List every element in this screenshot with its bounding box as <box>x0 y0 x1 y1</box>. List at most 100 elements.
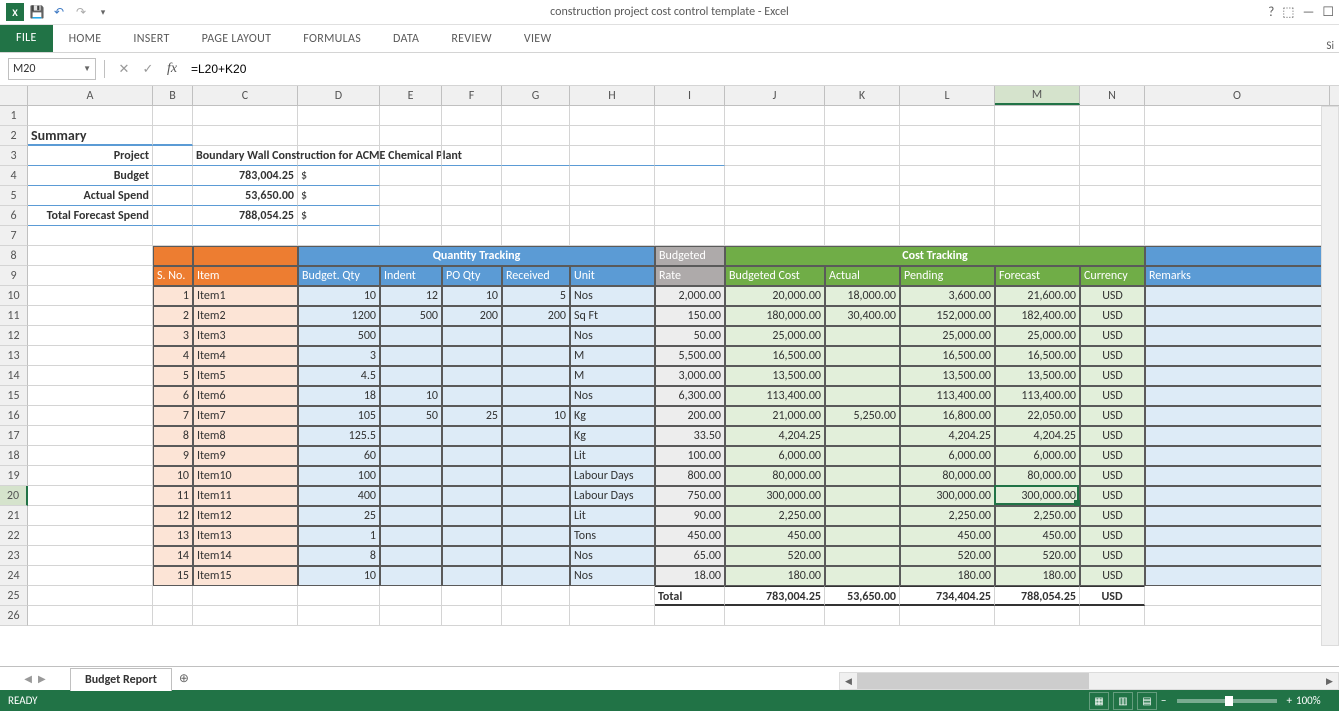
row-header[interactable]: 14 <box>0 366 28 386</box>
cell-forecast[interactable]: 520.00 <box>995 546 1080 566</box>
cell-forecast[interactable]: 4,204.25 <box>995 426 1080 446</box>
cell-indent[interactable] <box>380 526 442 546</box>
cell[interactable] <box>655 106 725 126</box>
cell-actual[interactable] <box>825 446 900 466</box>
cell-currency[interactable]: USD <box>1080 446 1145 466</box>
summary-actual-value[interactable]: 53,650.00 <box>193 186 298 206</box>
cell[interactable] <box>900 146 995 166</box>
col-header[interactable]: M <box>995 86 1080 105</box>
cell[interactable] <box>442 186 502 206</box>
cell[interactable] <box>1145 166 1330 186</box>
cell[interactable] <box>570 146 655 166</box>
cell-rate[interactable]: 33.50 <box>655 426 725 446</box>
header-item[interactable]: Item <box>193 266 298 286</box>
help-icon[interactable]: ? <box>1268 5 1274 20</box>
cell-received[interactable] <box>502 466 570 486</box>
cell-unit[interactable]: Nos <box>570 566 655 586</box>
zoom-slider[interactable] <box>1177 699 1277 703</box>
cell-sno[interactable]: 5 <box>153 366 193 386</box>
cell-received[interactable] <box>502 386 570 406</box>
cell-budget-qty[interactable]: 4.5 <box>298 366 380 386</box>
cell-remarks[interactable] <box>1145 526 1330 546</box>
cell[interactable] <box>28 306 153 326</box>
cell-budgeted-cost[interactable]: 2,250.00 <box>725 506 825 526</box>
cell-item[interactable]: Item5 <box>193 366 298 386</box>
row-header[interactable]: 17 <box>0 426 28 446</box>
worksheet-grid[interactable]: A B C D E F G H I J K L M N O 1234567891… <box>0 86 1339 666</box>
cell[interactable] <box>900 606 995 626</box>
cell[interactable] <box>153 126 193 146</box>
cell[interactable] <box>725 126 825 146</box>
cell-sno[interactable]: 2 <box>153 306 193 326</box>
cell-currency[interactable]: USD <box>1080 566 1145 586</box>
cell[interactable] <box>153 146 193 166</box>
cell[interactable] <box>825 106 900 126</box>
cell[interactable] <box>298 126 380 146</box>
cell-sno[interactable]: 3 <box>153 326 193 346</box>
row-header[interactable]: 7 <box>0 226 28 246</box>
sheet-tab-budget-report[interactable]: Budget Report <box>70 668 172 691</box>
cell[interactable] <box>1145 226 1330 246</box>
cell[interactable] <box>28 226 153 246</box>
cell-received[interactable] <box>502 426 570 446</box>
cell[interactable] <box>1080 206 1145 226</box>
cell-indent[interactable]: 12 <box>380 286 442 306</box>
cell[interactable] <box>725 106 825 126</box>
summary-budget-label[interactable]: Budget <box>28 166 153 186</box>
cell-indent[interactable]: 500 <box>380 306 442 326</box>
cell[interactable] <box>1080 186 1145 206</box>
cell[interactable] <box>442 586 502 606</box>
cell-item[interactable]: Item11 <box>193 486 298 506</box>
cell-rate[interactable]: 800.00 <box>655 466 725 486</box>
cell[interactable] <box>193 126 298 146</box>
cell-rate[interactable]: 150.00 <box>655 306 725 326</box>
tab-data[interactable]: DATA <box>377 26 435 52</box>
cell-sno[interactable]: 9 <box>153 446 193 466</box>
cell[interactable] <box>28 546 153 566</box>
cell-remarks[interactable] <box>1145 306 1330 326</box>
cell-currency[interactable]: USD <box>1080 406 1145 426</box>
cell-item[interactable]: Item7 <box>193 406 298 426</box>
cell-po-qty[interactable]: 10 <box>442 286 502 306</box>
cell-actual[interactable] <box>825 346 900 366</box>
cell-po-qty[interactable] <box>442 366 502 386</box>
cell-budgeted-cost[interactable]: 180,000.00 <box>725 306 825 326</box>
cell-item[interactable]: Item14 <box>193 546 298 566</box>
zoom-level[interactable]: 100% <box>1296 694 1331 707</box>
cell-indent[interactable]: 10 <box>380 386 442 406</box>
cell[interactable] <box>28 386 153 406</box>
row-header[interactable]: 4 <box>0 166 28 186</box>
cell[interactable] <box>298 106 380 126</box>
cell-item[interactable]: Item8 <box>193 426 298 446</box>
header-sno[interactable]: S. No. <box>153 266 193 286</box>
cell[interactable] <box>380 126 442 146</box>
cell[interactable] <box>442 126 502 146</box>
cell[interactable] <box>995 166 1080 186</box>
cell-forecast[interactable]: 113,400.00 <box>995 386 1080 406</box>
cell[interactable] <box>655 146 725 166</box>
cell-item[interactable]: Item4 <box>193 346 298 366</box>
cell-budget-qty[interactable]: 100 <box>298 466 380 486</box>
cell-po-qty[interactable] <box>442 326 502 346</box>
cell-forecast[interactable]: 300,000.00 <box>995 486 1080 506</box>
cell-sno[interactable]: 14 <box>153 546 193 566</box>
sheet-prev-icon[interactable]: ◀ <box>24 672 32 685</box>
scroll-thumb[interactable] <box>857 673 1089 689</box>
cell[interactable] <box>570 186 655 206</box>
cell-po-qty[interactable] <box>442 386 502 406</box>
cell[interactable] <box>655 166 725 186</box>
save-icon[interactable]: 💾 <box>27 2 47 22</box>
cell-remarks[interactable] <box>1145 326 1330 346</box>
col-header[interactable]: L <box>900 86 995 105</box>
cell[interactable] <box>380 166 442 186</box>
cell[interactable] <box>28 506 153 526</box>
cell-received[interactable] <box>502 346 570 366</box>
header-actual[interactable]: Actual <box>825 266 900 286</box>
cell-received[interactable] <box>502 326 570 346</box>
cell-forecast[interactable]: 16,500.00 <box>995 346 1080 366</box>
cell[interactable] <box>442 226 502 246</box>
cell[interactable] <box>900 226 995 246</box>
cell-sno[interactable]: 6 <box>153 386 193 406</box>
cell[interactable] <box>1080 606 1145 626</box>
cell[interactable] <box>1145 606 1330 626</box>
